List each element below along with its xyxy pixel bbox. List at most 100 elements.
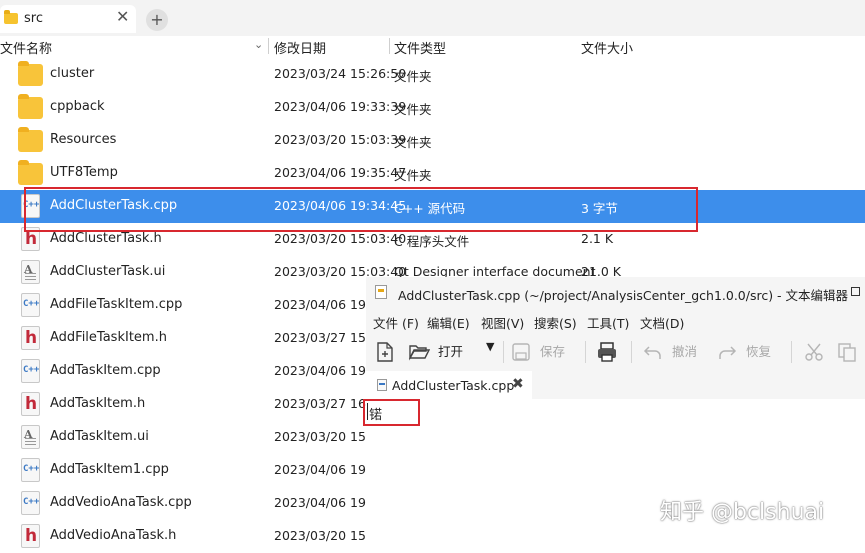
file-modified-date: 2023/04/06 19:3 — [274, 462, 379, 477]
file-modified-date: 2023/04/06 19:35:47 — [274, 165, 407, 180]
printer-icon[interactable] — [596, 341, 618, 363]
menu-view[interactable]: 视图(V) — [481, 313, 524, 332]
redo-icon[interactable] — [717, 343, 737, 361]
column-header-size[interactable]: 文件大小 — [581, 38, 633, 57]
title-bar: AddClusterTask.cpp (~/project/AnalysisCe… — [366, 277, 865, 307]
file-glyph: h — [25, 328, 38, 348]
file-name: AddClusterTask.ui — [50, 264, 166, 279]
new-tab-button[interactable]: + — [146, 9, 168, 31]
file-row[interactable]: cppback 2023/04/06 19:33:39 文件夹 — [0, 91, 865, 124]
new-document-icon[interactable] — [375, 341, 395, 363]
tab-label: src — [24, 11, 43, 26]
file-name: AddVedioAnaTask.h — [50, 528, 177, 543]
menu-bar: 文件 (F) 编辑(E) 视图(V) 搜索(S) 工具(T) 文档(D) — [366, 310, 865, 332]
file-row[interactable]: UTF8Temp 2023/04/06 19:35:47 文件夹 — [0, 157, 865, 190]
file-name: UTF8Temp — [50, 165, 118, 180]
file-name: AddTaskItem.h — [50, 396, 146, 411]
editor-tab-label: AddClusterTask.cpp — [392, 378, 515, 393]
toolbar-separator — [585, 341, 586, 363]
folder-icon — [4, 10, 18, 24]
file-name: AddClusterTask.h — [50, 231, 162, 246]
redo-button[interactable]: 恢复 — [746, 341, 771, 360]
file-glyph: C++ — [23, 299, 40, 309]
file-name: AddFileTaskItem.h — [50, 330, 167, 345]
toolbar-separator — [503, 341, 504, 363]
header-file-icon: h — [21, 524, 40, 548]
editor-tab[interactable]: AddClusterTask.cpp ✖ — [366, 371, 532, 399]
toolbar: 打开 ▼ 保存 撤消 恢复 — [366, 335, 865, 369]
file-modified-date: 2023/04/06 19:3 — [274, 297, 379, 312]
cpp-file-icon: C++ — [21, 359, 40, 383]
file-modified-date: 2023/03/20 15:0 — [274, 429, 379, 444]
close-icon[interactable]: ✕ — [116, 7, 129, 26]
undo-icon[interactable] — [643, 343, 663, 361]
menu-search[interactable]: 搜索(S) — [534, 313, 577, 332]
file-glyph: C++ — [23, 365, 40, 375]
column-header-type[interactable]: 文件类型 — [394, 38, 446, 57]
file-modified-date: 2023/04/06 19:3 — [274, 495, 379, 510]
file-name: AddFileTaskItem.cpp — [50, 297, 183, 312]
sort-chevron-down-icon: ⌄ — [254, 38, 264, 51]
file-name: AddTaskItem1.cpp — [50, 462, 169, 477]
file-glyph: h — [25, 526, 38, 546]
file-glyph: A — [24, 263, 33, 276]
folder-open-icon[interactable] — [408, 343, 430, 361]
cpp-file-icon: C++ — [21, 491, 40, 515]
header-file-icon: h — [21, 392, 40, 416]
file-type: 文件夹 — [394, 135, 432, 150]
file-name: cppback — [50, 99, 105, 114]
copy-icon[interactable] — [837, 342, 857, 362]
tab-bar: src ✕ + — [0, 0, 865, 36]
column-header-modified[interactable]: 修改日期 — [274, 38, 326, 57]
undo-button[interactable]: 撤消 — [672, 341, 697, 360]
file-glyph: A — [24, 428, 33, 441]
file-modified-date: 2023/03/20 15:0 — [274, 528, 379, 543]
highlight-box-selected-file — [24, 187, 698, 232]
text-line — [25, 276, 36, 277]
file-size: 2.1 K — [581, 231, 614, 246]
column-header-name[interactable]: 文件名称 — [0, 38, 52, 57]
tab-src[interactable]: src ✕ — [0, 5, 136, 33]
window-title: AddClusterTask.cpp (~/project/AnalysisCe… — [398, 288, 849, 303]
open-dropdown-chevron-down-icon[interactable]: ▼ — [486, 340, 494, 353]
cpp-file-icon — [377, 379, 387, 391]
toolbar-separator — [791, 341, 792, 363]
file-name: AddVedioAnaTask.cpp — [50, 495, 192, 510]
save-button[interactable]: 保存 — [540, 341, 565, 360]
cpp-file-icon: C++ — [21, 458, 40, 482]
file-type: 文件夹 — [394, 69, 432, 84]
maximize-button[interactable] — [851, 287, 860, 296]
file-name: AddTaskItem.ui — [50, 429, 149, 444]
text-line — [25, 441, 36, 442]
file-type: 文件夹 — [394, 168, 432, 183]
file-glyph: C++ — [23, 497, 40, 507]
file-modified-date: 2023/04/06 19:3 — [274, 363, 379, 378]
file-glyph: C++ — [23, 464, 40, 474]
menu-document[interactable]: 文档(D) — [640, 313, 684, 332]
folder-icon — [18, 94, 43, 119]
file-type: 文件夹 — [394, 102, 432, 117]
menu-edit[interactable]: 编辑(E) — [427, 313, 470, 332]
menu-tools[interactable]: 工具(T) — [587, 313, 629, 332]
file-glyph: h — [25, 394, 38, 414]
file-modified-date: 2023/03/24 15:26:50 — [274, 66, 407, 81]
folder-icon — [18, 127, 43, 152]
file-type: C 程序头文件 — [394, 234, 470, 249]
text-line — [25, 444, 36, 445]
header-file-icon: h — [21, 326, 40, 350]
file-row[interactable]: Resources 2023/03/20 15:03:39 文件夹 — [0, 124, 865, 157]
file-name: Resources — [50, 132, 117, 147]
file-row[interactable]: cluster 2023/03/24 15:26:50 文件夹 — [0, 58, 865, 91]
toolbar-separator — [631, 341, 632, 363]
file-name: cluster — [50, 66, 95, 81]
open-button[interactable]: 打开 — [438, 341, 463, 360]
column-divider[interactable] — [389, 38, 390, 54]
folder-icon — [18, 160, 43, 185]
menu-file[interactable]: 文件 (F) — [373, 313, 419, 332]
column-divider[interactable] — [268, 38, 269, 54]
save-icon[interactable] — [512, 343, 530, 361]
cut-icon[interactable] — [804, 342, 824, 362]
file-modified-date: 2023/03/20 15:03:40 — [274, 231, 407, 246]
close-icon[interactable]: ✖ — [512, 376, 524, 392]
file-glyph: h — [25, 229, 38, 249]
